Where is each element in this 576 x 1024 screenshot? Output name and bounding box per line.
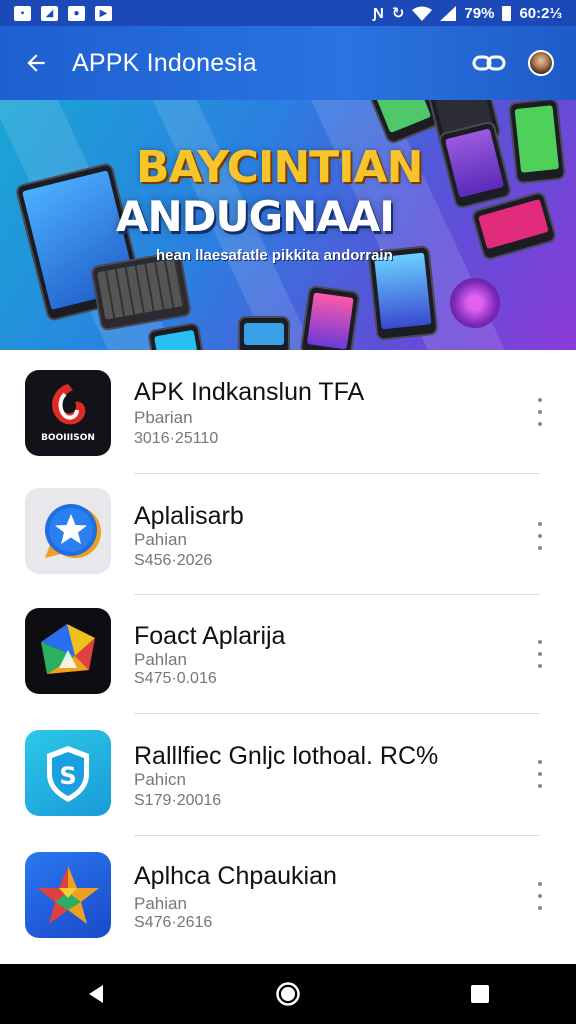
back-button[interactable] <box>0 26 72 100</box>
shield-icon: S <box>25 730 111 816</box>
list-item[interactable]: BOOIIISON APK Indkanslun TFA Pbarian 301… <box>0 350 576 470</box>
blue-star-chat-icon <box>25 488 111 574</box>
phone-illustration <box>238 316 290 350</box>
more-options-button[interactable] <box>532 882 548 910</box>
arrow-back-icon <box>27 54 45 72</box>
nav-home-button[interactable] <box>258 964 318 1024</box>
banner-headline-secondary: ANDUGNAAI <box>116 192 395 241</box>
banner-subtitle: hean llaesafatle pikkita andorrain <box>156 247 393 264</box>
app-meta: 3016·25110 <box>134 430 219 447</box>
more-options-button[interactable] <box>532 760 548 788</box>
nav-back-button[interactable] <box>66 964 126 1024</box>
svg-text:S: S <box>59 762 76 790</box>
notification-icons: ▪ ◢ ● ▶ <box>14 5 112 21</box>
system-nav-bar <box>0 964 576 1024</box>
app-name: Aplhca Chpaukian <box>134 862 337 890</box>
more-options-button[interactable] <box>532 640 548 668</box>
app-name: Aplalisarb <box>134 502 244 530</box>
app-category: Pahian <box>134 894 187 913</box>
nfc-icon: Ɲ <box>373 4 384 22</box>
app-list: BOOIIISON APK Indkanslun TFA Pbarian 301… <box>0 350 576 964</box>
phone-illustration <box>507 100 567 185</box>
banner-headline: BAYCINTIAN <box>136 142 423 193</box>
app-category: Pahicn <box>134 770 186 789</box>
app-meta: S179·20016 <box>134 792 222 809</box>
more-options-button[interactable] <box>532 398 548 426</box>
clock: 60:2⅓ <box>519 4 562 22</box>
phone-illustration <box>437 120 513 210</box>
app-category: Pahlan <box>134 650 187 669</box>
app-name: APK Indkanslun TFA <box>134 378 365 406</box>
app-meta: S475·0.016 <box>134 670 217 687</box>
phone-illustration <box>299 284 361 350</box>
link-icon[interactable] <box>472 53 506 73</box>
app-name: Foact Aplarija <box>134 622 286 650</box>
svg-text:BOOIIISON: BOOIIISON <box>41 433 95 443</box>
colorful-star-icon <box>25 852 111 938</box>
notification-chart-icon: ◢ <box>41 5 58 21</box>
app-category: Pbarian <box>134 408 193 427</box>
notification-app-icon: ▪ <box>14 5 31 21</box>
promo-banner[interactable]: BAYCINTIAN ANDUGNAAI hean llaesafatle pi… <box>0 100 576 350</box>
app-meta: S456·2026 <box>134 552 213 569</box>
list-item[interactable]: Aplhca Chpaukian Pahian S476·2616 <box>0 836 576 956</box>
battery-percent: 79% <box>464 4 495 22</box>
app-bar: APPK Indonesia <box>0 26 576 100</box>
more-options-button[interactable] <box>532 522 548 550</box>
circle-home-icon <box>276 982 300 1006</box>
red-swirl-logo-icon: BOOIIISON <box>25 370 111 456</box>
nav-recents-button[interactable] <box>450 964 510 1024</box>
notification-flag-icon: ▶ <box>95 5 112 21</box>
notification-photo-icon: ● <box>68 5 85 21</box>
signal-icon <box>440 5 457 21</box>
headphones-illustration <box>450 278 500 328</box>
system-indicators: Ɲ ↻ 79% 60:2⅓ <box>373 4 562 23</box>
square-recents-icon <box>471 985 489 1003</box>
list-item[interactable]: Aplalisarb Pahian S456·2026 <box>0 474 576 594</box>
wifi-icon <box>412 6 433 21</box>
app-name: Ralllfiec Gnljc lothoal. RC% <box>134 742 439 770</box>
page-title: APPK Indonesia <box>72 48 257 77</box>
list-item[interactable]: Foact Aplarija Pahlan S475·0.016 <box>0 594 576 714</box>
sync-icon: ↻ <box>391 5 405 22</box>
status-bar: ▪ ◢ ● ▶ Ɲ ↻ 79% 60:2⅓ <box>0 0 576 26</box>
triangle-back-icon <box>89 985 103 1003</box>
avatar[interactable] <box>528 50 554 76</box>
battery-icon <box>502 5 512 21</box>
app-meta: S476·2616 <box>134 914 213 931</box>
app-category: Pahian <box>134 530 187 549</box>
colorful-cube-icon <box>25 608 111 694</box>
list-item[interactable]: S Ralllfiec Gnljc lothoal. RC% Pahicn S1… <box>0 714 576 834</box>
